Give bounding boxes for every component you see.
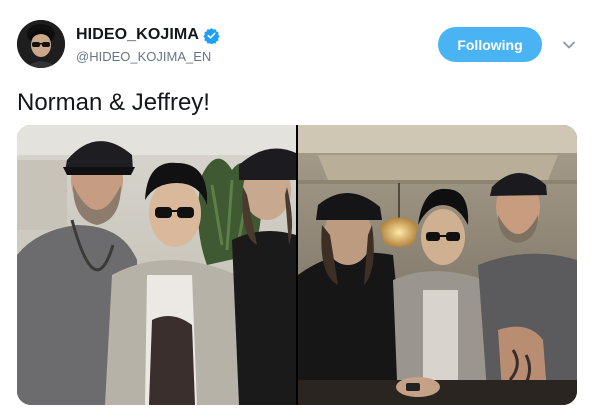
media-grid — [17, 125, 577, 405]
tweet-text: Norman & Jeffrey! — [17, 89, 210, 116]
display-name[interactable]: HIDEO_KOJIMA — [76, 26, 199, 44]
author-name-row[interactable]: HIDEO_KOJIMA — [76, 25, 220, 45]
photo-right[interactable] — [298, 125, 577, 405]
photo-left[interactable] — [17, 125, 296, 405]
chevron-down-icon[interactable] — [561, 38, 577, 50]
tweet-card: HIDEO_KOJIMA @HIDEO_KOJIMA_EN Following … — [0, 0, 595, 414]
verified-badge-icon — [203, 27, 220, 45]
avatar[interactable] — [17, 20, 65, 68]
following-button[interactable]: Following — [438, 27, 542, 62]
user-handle[interactable]: @HIDEO_KOJIMA_EN — [76, 49, 211, 64]
